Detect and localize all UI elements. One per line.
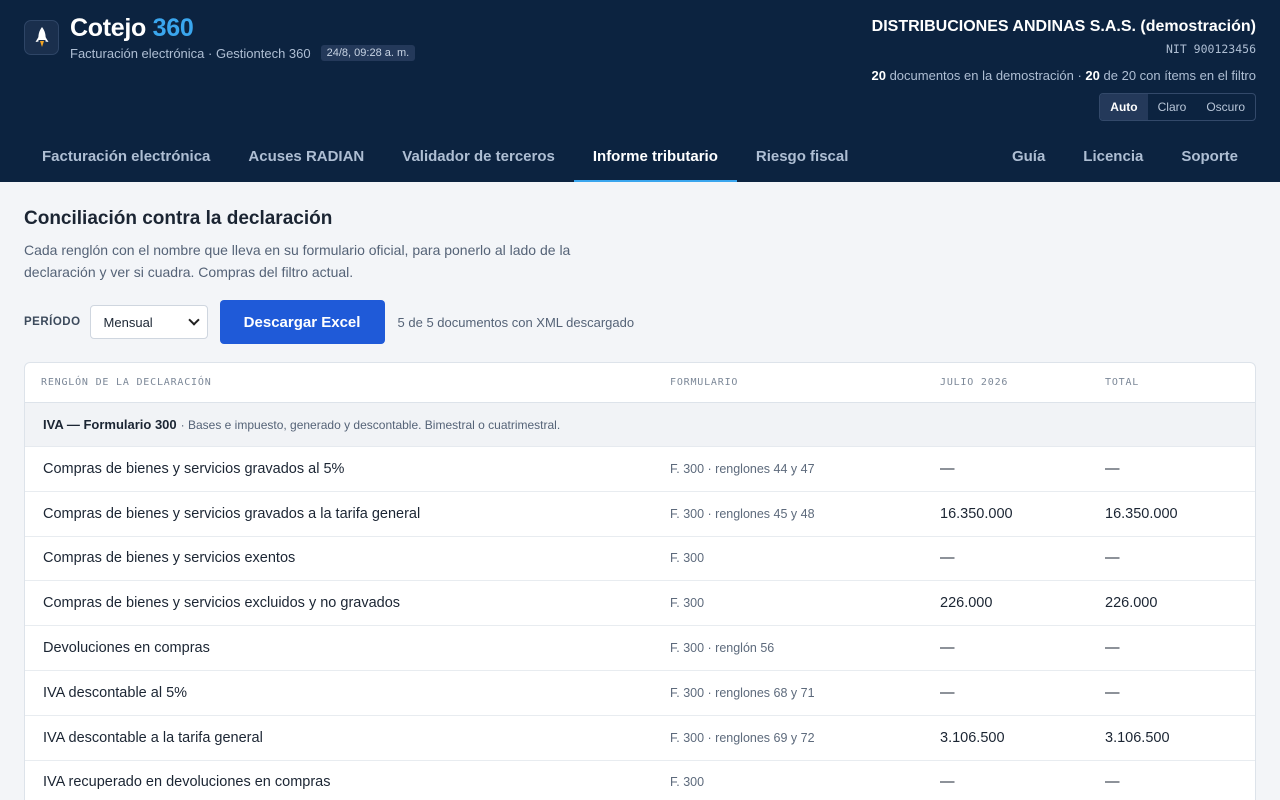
app-subtitle-row: Facturación electrónica · Gestiontech 36…: [70, 45, 416, 61]
theme-toggle: Auto Claro Oscuro: [1099, 93, 1256, 121]
tab-informe-tributario[interactable]: Informe tributario: [573, 130, 737, 182]
row-mes: —: [940, 640, 955, 657]
document-count: 20 documentos en la demostración · 20 de…: [871, 68, 1256, 83]
row-mes: 16.350.000: [940, 505, 1013, 522]
download-excel-button[interactable]: Descargar Excel: [219, 300, 385, 344]
chevron-down-icon: [187, 314, 200, 326]
row-mes: 226.000: [940, 595, 993, 612]
row-mes: —: [940, 684, 955, 701]
row-formulario: F. 300: [670, 775, 705, 790]
brand-accent: 360: [152, 14, 194, 42]
header-julio-2026: JULIO 2026: [940, 377, 1009, 388]
table-row: Compras de bienes y servicios exentos F.…: [25, 537, 1255, 582]
periodo-select[interactable]: Mensual: [89, 305, 208, 339]
app-subtitle: Facturación electrónica · Gestiontech 36…: [70, 45, 311, 61]
company-name: DISTRIBUCIONES ANDINAS S.A.S. (demostrac…: [871, 18, 1256, 35]
row-formulario: F. 300 · renglones 45 y 48: [670, 506, 815, 521]
brand-name: Cotejo: [70, 14, 146, 42]
row-formulario: F. 300 · renglones 68 y 71: [670, 685, 815, 700]
row-renglon: Compras de bienes y servicios gravados a…: [43, 460, 345, 477]
table-row: IVA recuperado en devoluciones en compra…: [25, 761, 1255, 800]
section-iva: IVA — Formulario 300 · Bases e impuesto,…: [25, 403, 1255, 447]
theme-light-button[interactable]: Claro: [1148, 94, 1197, 120]
row-formulario: F. 300 · renglón 56: [670, 641, 775, 656]
row-formulario: F. 300 · renglones 69 y 72: [670, 730, 815, 745]
row-renglon: Devoluciones en compras: [43, 640, 210, 657]
doc-count-label-b: de 20 con ítems en el filtro: [1103, 68, 1256, 83]
row-renglon: IVA descontable a la tarifa general: [43, 729, 263, 746]
page-description: Cada renglón con el nombre que lleva en …: [24, 242, 571, 280]
nav-licencia[interactable]: Licencia: [1064, 130, 1162, 182]
row-total: —: [1105, 774, 1120, 791]
section-description: · Bases e impuesto, generado y descontab…: [180, 417, 561, 432]
theme-dark-button[interactable]: Oscuro: [1196, 94, 1255, 120]
doc-count-label-a: documentos en la demostración ·: [889, 68, 1082, 83]
row-renglon: IVA descontable al 5%: [43, 684, 188, 701]
tab-riesgo-fiscal[interactable]: Riesgo fiscal: [737, 130, 868, 182]
row-total: —: [1105, 460, 1120, 477]
company-nit: NIT 900123456: [1165, 42, 1256, 56]
rocket-icon: [35, 26, 48, 47]
declaration-table: RENGLÓN DE LA DECLARACIÓN FORMULARIO JUL…: [24, 362, 1256, 800]
table-row: IVA descontable al 5% F. 300 · renglones…: [25, 671, 1255, 716]
header-formulario: FORMULARIO: [670, 377, 739, 388]
table-row: Compras de bienes y servicios excluidos …: [25, 581, 1255, 627]
table-row: Compras de bienes y servicios gravados a…: [25, 492, 1255, 537]
toolbar: PERÍODO Mensual Descargar Excel 5 de 5 d…: [24, 300, 1256, 344]
row-total: —: [1105, 550, 1120, 567]
row-mes: —: [940, 460, 955, 477]
page-title: Conciliación contra la declaración: [24, 208, 333, 229]
row-mes: 3.106.500: [940, 729, 1005, 746]
table-row: Compras de bienes y servicios gravados a…: [25, 447, 1255, 492]
xml-status: 5 de 5 documentos con XML descargado: [397, 314, 635, 330]
theme-auto-button[interactable]: Auto: [1100, 94, 1148, 120]
periodo-select-value: Mensual: [103, 314, 153, 330]
table-header: RENGLÓN DE LA DECLARACIÓN FORMULARIO JUL…: [25, 363, 1255, 403]
app-title: Cotejo 360: [70, 14, 194, 43]
app-header: Cotejo 360 Facturación electrónica · Ges…: [0, 0, 1280, 182]
tab-facturacion-electronica[interactable]: Facturación electrónica: [23, 130, 229, 182]
row-formulario: F. 300 · renglones 44 y 47: [670, 461, 815, 476]
row-formulario: F. 300: [670, 596, 705, 611]
row-renglon: Compras de bienes y servicios gravados a…: [43, 505, 421, 522]
header-total: TOTAL: [1105, 377, 1140, 388]
doc-count-filtered: 20: [1085, 68, 1100, 83]
app-logo[interactable]: [24, 20, 59, 55]
date-badge: 24/8, 09:28 a. m.: [320, 45, 416, 61]
table-row: Devoluciones en compras F. 300 · renglón…: [25, 626, 1255, 671]
table-row: IVA descontable a la tarifa general F. 3…: [25, 716, 1255, 761]
row-renglon: Compras de bienes y servicios excluidos …: [43, 595, 401, 612]
row-renglon: IVA recuperado en devoluciones en compra…: [43, 774, 331, 791]
periodo-label: PERÍODO: [24, 316, 81, 328]
main-nav: Facturación electrónica Acuses RADIAN Va…: [0, 130, 1280, 182]
row-total: 226.000: [1105, 595, 1158, 612]
header-renglon: RENGLÓN DE LA DECLARACIÓN: [41, 377, 212, 388]
row-total: —: [1105, 684, 1120, 701]
row-renglon: Compras de bienes y servicios exentos: [43, 550, 296, 567]
row-mes: —: [940, 550, 955, 567]
main-content: Conciliación contra la declaración Cada …: [0, 182, 1280, 800]
row-total: 3.106.500: [1105, 729, 1170, 746]
row-total: —: [1105, 640, 1120, 657]
row-formulario: F. 300: [670, 551, 705, 566]
row-total: 16.350.000: [1105, 505, 1178, 522]
tab-acuses-radian[interactable]: Acuses RADIAN: [229, 130, 383, 182]
row-mes: —: [940, 774, 955, 791]
tab-validador-terceros[interactable]: Validador de terceros: [383, 130, 574, 182]
doc-count-total: 20: [871, 68, 886, 83]
nav-guia[interactable]: Guía: [993, 130, 1064, 182]
section-title: IVA — Formulario 300: [43, 417, 177, 432]
nav-soporte[interactable]: Soporte: [1162, 130, 1257, 182]
